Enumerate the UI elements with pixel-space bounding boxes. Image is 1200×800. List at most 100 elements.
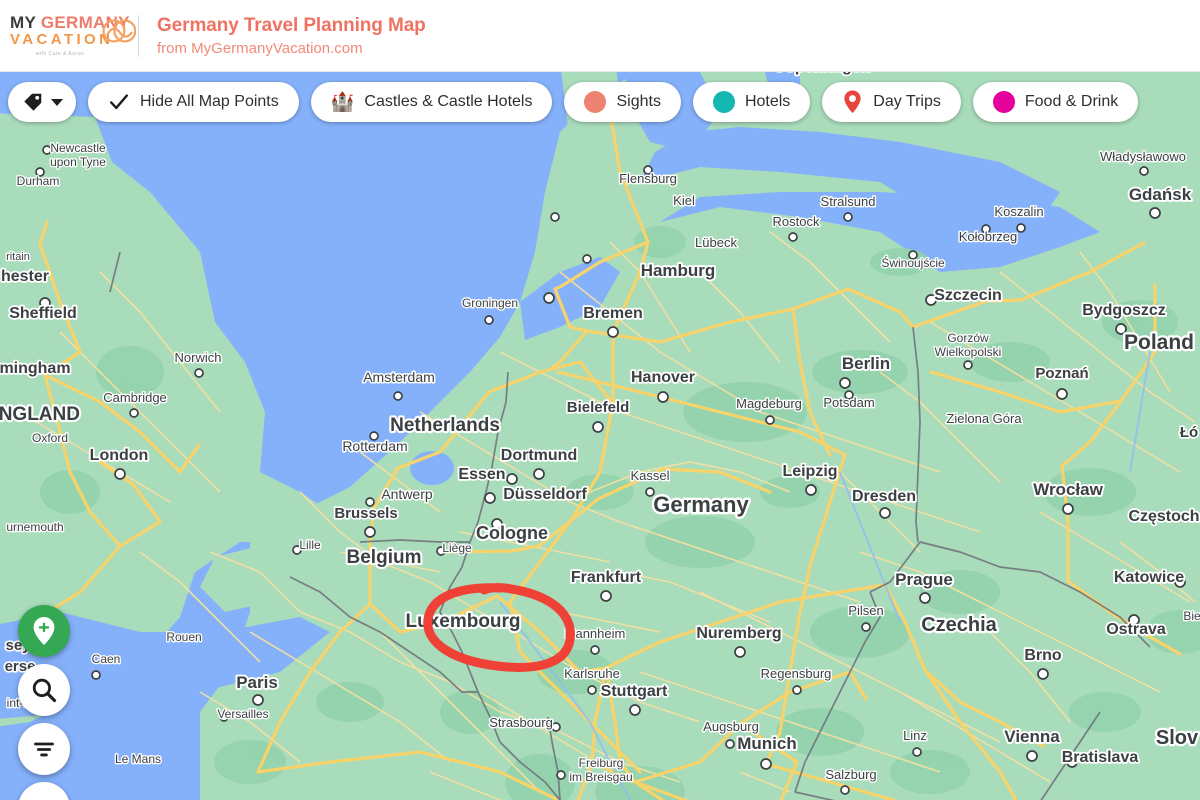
chip-hide-all-map-points[interactable]: Hide All Map Points bbox=[88, 82, 299, 122]
city-dot bbox=[364, 526, 376, 538]
city-label: Nuremberg bbox=[696, 625, 781, 642]
city-label: Mannheim bbox=[565, 626, 626, 641]
city-label: urnemouth bbox=[6, 520, 63, 534]
pin-plus-icon bbox=[33, 617, 55, 645]
check-icon bbox=[110, 94, 128, 110]
city-label: Zielona Góra bbox=[946, 411, 1022, 426]
chip-hotels[interactable]: Hotels bbox=[692, 82, 811, 122]
city-label: Potsdam bbox=[823, 395, 874, 410]
city-label: Bydgoszcz bbox=[1082, 302, 1166, 319]
city-label: Pilsen bbox=[848, 603, 883, 618]
city-label: Bie bbox=[1183, 609, 1200, 623]
city-dot bbox=[792, 685, 802, 695]
filter-button[interactable] bbox=[18, 723, 70, 775]
food-drink-color-dot bbox=[992, 91, 1015, 113]
city-label: Caen bbox=[92, 652, 121, 666]
city-label: Magdeburg bbox=[736, 396, 802, 411]
city-label: Łó bbox=[1180, 424, 1198, 441]
tag-filter-button[interactable] bbox=[8, 82, 76, 122]
city-label: Versailles bbox=[217, 707, 268, 721]
search-button[interactable] bbox=[18, 664, 70, 716]
city-label: Durham bbox=[17, 174, 60, 188]
city-label: mingham bbox=[0, 360, 71, 377]
menu-icon bbox=[31, 795, 57, 800]
city-dot bbox=[1037, 668, 1049, 680]
city-dot bbox=[725, 739, 735, 749]
city-dot bbox=[550, 212, 560, 222]
city-dot bbox=[963, 360, 973, 370]
city-dot bbox=[590, 645, 600, 655]
city-label: Gorzów bbox=[947, 331, 989, 345]
city-dot bbox=[839, 377, 851, 389]
map-canvas[interactable]: Newcastle Newcastle upon Tyne upon Tyne Durh… bbox=[0, 72, 1200, 800]
city-label: Lille bbox=[299, 538, 321, 552]
filter-icon bbox=[34, 742, 54, 757]
city-label: Le Mans bbox=[115, 752, 161, 766]
city-label: Bremen bbox=[583, 305, 643, 322]
site-logo[interactable]: MY GERMANY VACATION with Cate & Aaron bbox=[0, 13, 136, 57]
city-label: Ostrava bbox=[1106, 621, 1166, 638]
city-dot bbox=[600, 590, 612, 602]
page-title: Germany Travel Planning Map bbox=[157, 14, 426, 36]
chip-day-trips[interactable]: Day Trips bbox=[822, 82, 961, 122]
city-label: Leipzig bbox=[782, 463, 837, 480]
city-dot bbox=[506, 473, 518, 485]
city-label: Wielkopolski bbox=[935, 345, 1002, 359]
city-label: Linz bbox=[903, 728, 927, 743]
chip-castles-castle-hotels[interactable]: 🏰 Castles & Castle Hotels bbox=[310, 82, 553, 122]
chip-sights[interactable]: Sights bbox=[564, 82, 681, 122]
city-label: Augsburg bbox=[703, 719, 759, 734]
chip-label: Hotels bbox=[744, 93, 791, 110]
chip-food-and-drink[interactable]: Food & Drink bbox=[972, 82, 1139, 122]
city-label: upon Tyne bbox=[50, 155, 106, 169]
city-dot bbox=[734, 646, 746, 658]
city-label: Kołobrzeg bbox=[959, 229, 1018, 244]
chip-label: Food & Drink bbox=[1024, 93, 1119, 110]
city-dot bbox=[840, 785, 850, 795]
city-dot bbox=[919, 592, 931, 604]
city-dot bbox=[879, 507, 891, 519]
city-label: Brussels bbox=[334, 505, 397, 522]
city-dot bbox=[543, 292, 555, 304]
header-title-block: Germany Travel Planning Map from MyGerma… bbox=[157, 15, 1200, 57]
city-label: Antwerp bbox=[381, 486, 433, 502]
city-dot bbox=[533, 468, 545, 480]
city-dot bbox=[1056, 388, 1068, 400]
city-dot bbox=[194, 368, 204, 378]
city-dot bbox=[1149, 207, 1161, 219]
chip-label: Hide All Map Points bbox=[140, 93, 279, 110]
city-dot bbox=[393, 391, 403, 401]
city-dot bbox=[91, 670, 101, 680]
map-graphic: NewcastleNewcastleupon Tyneupon TyneDurh… bbox=[0, 72, 1200, 800]
city-label: Dresden bbox=[852, 488, 916, 505]
city-label: Świnoujście bbox=[881, 255, 945, 270]
extra-button[interactable] bbox=[18, 782, 70, 800]
city-label: Dortmund bbox=[501, 447, 577, 464]
logo-word-my: MY bbox=[10, 13, 36, 33]
city-dot bbox=[760, 758, 772, 770]
city-label: hester bbox=[1, 268, 49, 285]
country-label: Netherlands bbox=[390, 415, 500, 436]
city-label: Groningen bbox=[462, 296, 518, 310]
city-label: Flensburg bbox=[619, 171, 677, 186]
chip-label: Day Trips bbox=[873, 93, 941, 110]
city-label: Hanover bbox=[631, 369, 695, 386]
add-place-button[interactable] bbox=[18, 605, 70, 657]
city-label: Paris bbox=[236, 673, 278, 692]
city-dot bbox=[657, 391, 669, 403]
country-label: Belgium bbox=[347, 547, 422, 568]
app-header: MY GERMANY VACATION with Cate & Aaron Ge… bbox=[0, 0, 1200, 72]
city-label: Cambridge bbox=[103, 390, 167, 405]
hotels-color-dot bbox=[712, 91, 735, 113]
tag-icon bbox=[24, 93, 42, 111]
city-label: Bielefeld bbox=[567, 399, 630, 416]
city-dot bbox=[861, 622, 871, 632]
city-label: Poznań bbox=[1035, 365, 1088, 382]
city-label: Strasbourg bbox=[489, 715, 553, 730]
map-filter-toolbar: Hide All Map Points 🏰 Castles & Castle H… bbox=[8, 82, 1139, 122]
city-dot bbox=[582, 254, 592, 264]
city-dot bbox=[843, 212, 853, 222]
map-application: MY GERMANY VACATION with Cate & Aaron Ge… bbox=[0, 0, 1200, 800]
city-label: London bbox=[90, 447, 149, 464]
city-dot bbox=[1062, 503, 1074, 515]
